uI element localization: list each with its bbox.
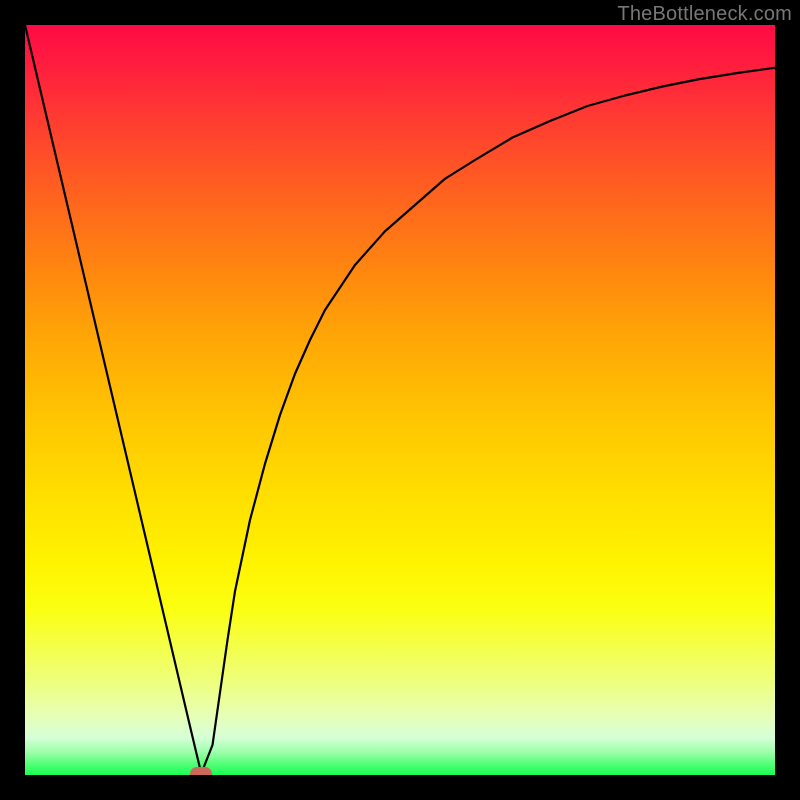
watermark-text: TheBottleneck.com <box>617 3 792 26</box>
minimum-marker <box>190 767 212 776</box>
chart-frame: TheBottleneck.com <box>0 0 800 800</box>
gradient-background <box>25 25 775 775</box>
plot-area <box>25 25 775 775</box>
